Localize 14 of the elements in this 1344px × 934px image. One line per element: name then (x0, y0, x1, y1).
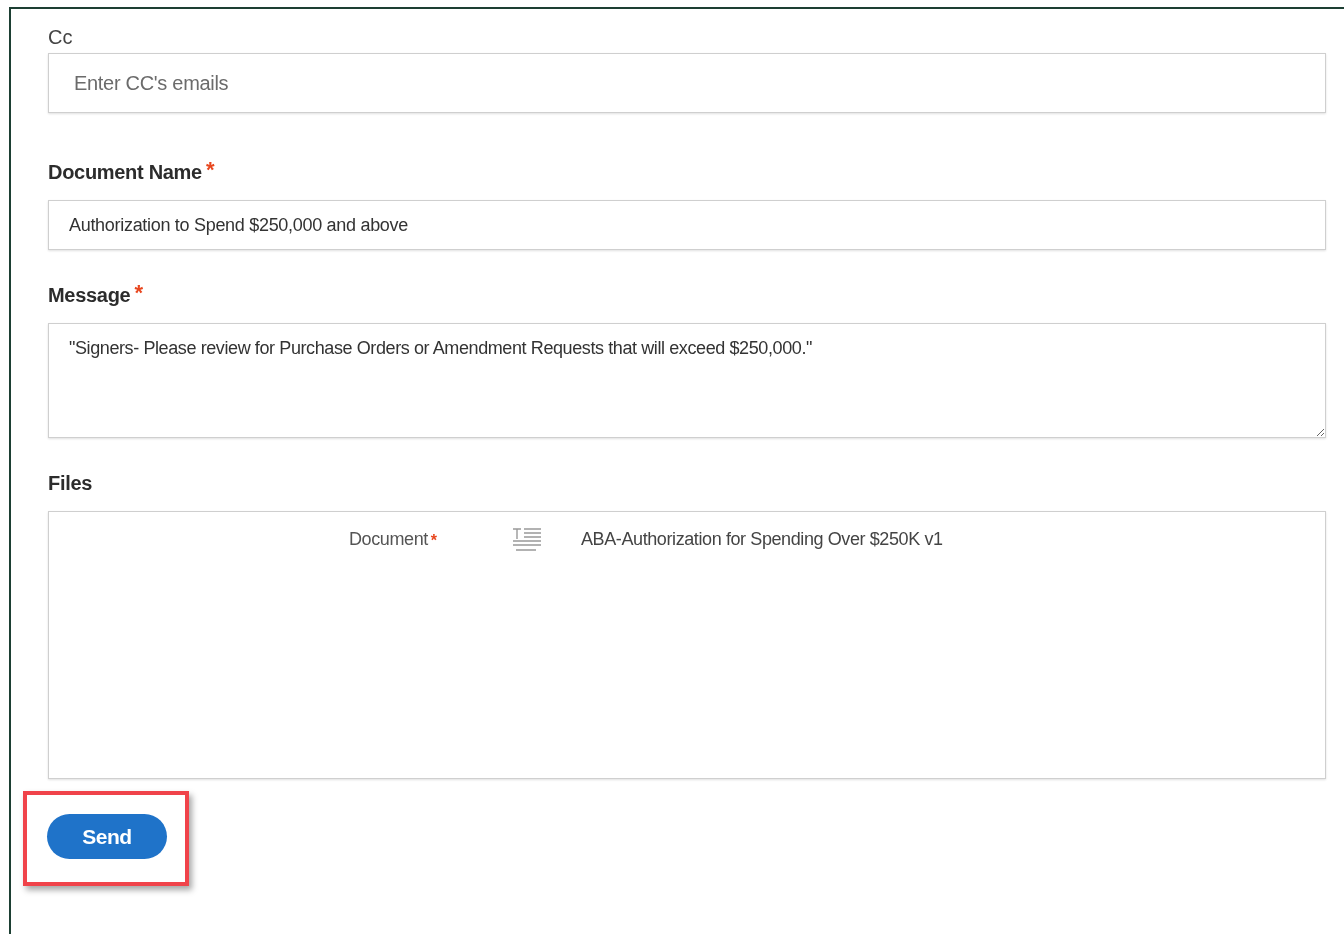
field-label: Cc (48, 25, 73, 49)
required-mark: * (134, 282, 143, 304)
file-name[interactable]: ABA-Authorization for Spending Over $250K v1 (581, 528, 943, 550)
send-button[interactable]: Send (47, 814, 167, 859)
field-label: Files (48, 471, 93, 495)
file-label: Document (349, 528, 428, 550)
field-label: Document Name (48, 160, 202, 184)
required-mark: * (430, 533, 438, 549)
text-field[interactable]: Enter CC's emails (48, 53, 1326, 113)
text-document-icon (511, 526, 543, 552)
required-mark: * (205, 159, 215, 181)
text-field[interactable]: Authorization to Spend $250,000 and above (48, 200, 1326, 250)
message-field[interactable]: "Signers- Please review for Purchase Orders or Amendment Requests that will exceed $250,000." (48, 323, 1326, 438)
field-label: Message (48, 283, 131, 307)
